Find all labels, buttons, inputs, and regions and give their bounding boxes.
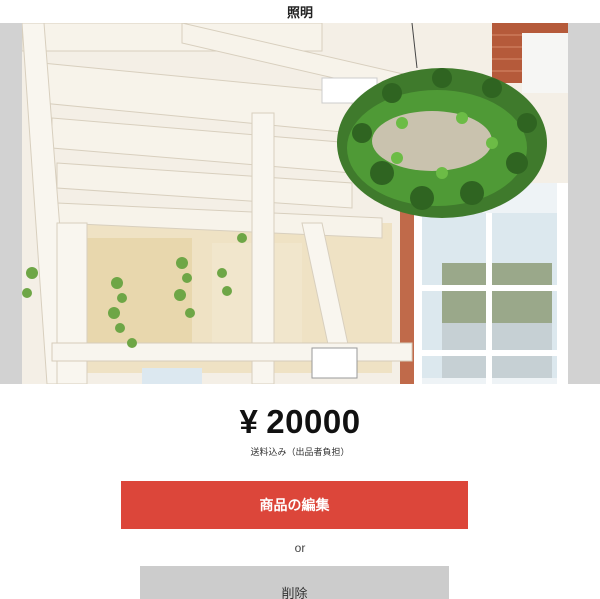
item-photo-frame <box>0 23 600 384</box>
shipping-note: 送料込み（出品者負担） <box>250 448 350 458</box>
page-header: 照明 <box>0 0 600 23</box>
price-value: 20000 <box>266 403 361 440</box>
item-photo[interactable] <box>22 23 568 384</box>
item-price: ¥20000 <box>0 403 600 441</box>
page-title: 照明 <box>286 6 313 21</box>
edit-item-button[interactable]: 商品の編集 <box>121 481 468 529</box>
item-photo-image <box>22 23 568 384</box>
or-separator: or <box>294 541 306 555</box>
currency-symbol: ¥ <box>239 403 259 440</box>
delete-button[interactable]: 削除 <box>140 566 449 599</box>
